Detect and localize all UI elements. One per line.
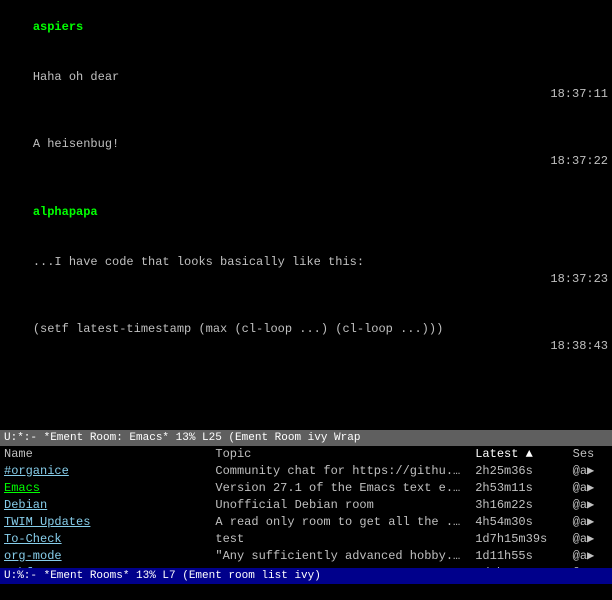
room-latest-cell: 2h53m11s <box>471 479 568 496</box>
chat-line: A heisenbug! 18:37:22 <box>4 120 608 187</box>
table-row[interactable]: Debian Unofficial Debian room3h16m22s@a▶ <box>0 496 612 513</box>
room-name-cell[interactable]: TWIM Updates <box>0 513 211 530</box>
chat-message: alphapapa <box>4 187 608 237</box>
rooms-status-bar: U:%:- *Ement Rooms* 13% L7 (Ement room l… <box>0 568 612 584</box>
room-ses-cell: @a▶ <box>569 462 612 479</box>
table-row[interactable]: #organice Community chat for https://gith… <box>0 462 612 479</box>
message-text: ...I have code that looks basically like… <box>33 255 364 269</box>
col-header-ses: Ses <box>569 446 612 462</box>
chat-line: Haha oh dear 18:37:11 <box>4 52 608 119</box>
room-name-link[interactable]: org-mode <box>4 549 62 563</box>
timestamp: 18:37:23 <box>550 271 608 288</box>
room-ses-cell: @a▶ <box>569 513 612 530</box>
table-row[interactable]: TWIM Updates A read only room to get all … <box>0 513 612 530</box>
col-header-latest: Latest ▲ <box>471 446 568 462</box>
rooms-table: Name Topic Latest ▲ Ses #organice Communi… <box>0 446 612 568</box>
room-topic-cell: Unofficial Debian room <box>211 496 471 513</box>
rooms-tbody: #organice Community chat for https://gith… <box>0 462 612 568</box>
room-name-link[interactable]: Emacs <box>4 481 40 495</box>
chat-area: aspiers Haha oh dear 18:37:11 A heisenbu… <box>0 0 612 430</box>
room-ses-cell: @a▶ <box>569 547 612 564</box>
room-name-link[interactable]: TWIM Updates <box>4 515 90 529</box>
room-ses-cell: @a▶ <box>569 496 612 513</box>
room-topic-cell: Community chat for https://githu... <box>211 462 471 479</box>
room-name-cell[interactable]: Debian <box>0 496 211 513</box>
message-text: A heisenbug! <box>33 137 119 151</box>
chat-line: (setf latest-timestamp (max (cl-loop ...… <box>4 304 608 371</box>
chat-message: aspiers <box>4 2 608 52</box>
room-latest-cell: 3h16m22s <box>471 496 568 513</box>
timestamp: 18:37:11 <box>550 86 608 103</box>
room-topic-cell: test <box>211 530 471 547</box>
chat-line: As is, that fails, because the first loo… <box>4 422 608 430</box>
room-ses-cell: @a▶ <box>569 479 612 496</box>
table-row[interactable]: Emacs Version 27.1 of the Emacs text e...… <box>0 479 612 496</box>
rooms-status-text: U:%:- *Ement Rooms* 13% L7 (Ement room l… <box>4 570 321 582</box>
col-header-name: Name <box>0 446 211 462</box>
chat-line <box>4 372 608 422</box>
username: alphapapa <box>33 205 98 219</box>
room-ses-cell: @a▶ <box>569 530 612 547</box>
room-topic-cell: Version 27.1 of the Emacs text e... <box>211 479 471 496</box>
table-header-row: Name Topic Latest ▲ Ses <box>0 446 612 462</box>
room-name-cell[interactable]: #organice <box>0 462 211 479</box>
col-header-topic: Topic <box>211 446 471 462</box>
room-name-link[interactable]: #organice <box>4 464 69 478</box>
chat-status-bar: U:*:- *Ement Room: Emacs* 13% L25 (Ement… <box>0 430 612 446</box>
room-latest-cell: 2h25m36s <box>471 462 568 479</box>
room-latest-cell: 1d7h15m39s <box>471 530 568 547</box>
room-latest-cell: 1d11h55s <box>471 547 568 564</box>
chat-line: ...I have code that looks basically like… <box>4 237 608 304</box>
timestamp: 18:37:22 <box>550 153 608 170</box>
chat-status-text: U:*:- *Ement Room: Emacs* 13% L25 (Ement… <box>4 432 360 444</box>
message-text: Haha oh dear <box>33 70 119 84</box>
table-row[interactable]: To-Check test1d7h15m39s@a▶ <box>0 530 612 547</box>
room-name-cell[interactable]: Emacs <box>0 479 211 496</box>
table-row[interactable]: org-mode "Any sufficiently advanced hobby… <box>0 547 612 564</box>
message-text: (setf latest-timestamp (max (cl-loop ...… <box>33 322 443 336</box>
room-topic-cell: A read only room to get all the ... <box>211 513 471 530</box>
room-name-cell[interactable]: To-Check <box>0 530 211 547</box>
timestamp: 18:38:43 <box>550 338 608 355</box>
room-name-link[interactable]: To-Check <box>4 532 62 546</box>
room-latest-cell: 4h54m30s <box>471 513 568 530</box>
room-name-cell[interactable]: org-mode <box>0 547 211 564</box>
room-name-link[interactable]: Debian <box>4 498 47 512</box>
rooms-area: Name Topic Latest ▲ Ses #organice Communi… <box>0 446 612 568</box>
room-topic-cell: "Any sufficiently advanced hobby... <box>211 547 471 564</box>
username: aspiers <box>33 20 83 34</box>
